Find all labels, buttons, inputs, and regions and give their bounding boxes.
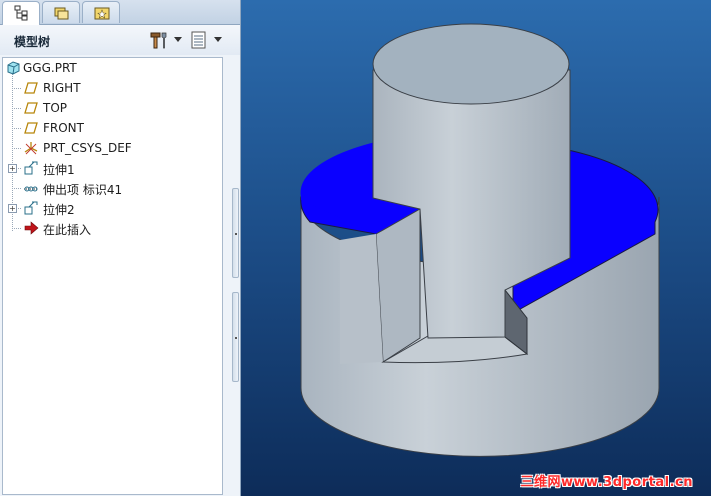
tree-item-label: 伸出项 标识41 <box>43 183 123 197</box>
datum-plane-icon <box>24 102 38 114</box>
grip-dot <box>235 337 237 339</box>
tree-item-top[interactable]: TOP <box>3 98 222 118</box>
model-tree-title: 模型树 <box>14 35 51 49</box>
part-icon <box>7 61 20 75</box>
tree-settings-button[interactable] <box>148 30 184 50</box>
navigator-panel: 模型树 GGG.PRT RIGHT TOP FRONT PRT_CSYS_DEF… <box>0 0 241 496</box>
model-tree: GGG.PRT RIGHT TOP FRONT PRT_CSYS_DEF + 拉… <box>2 57 223 495</box>
model-tree-icon <box>14 5 28 21</box>
tree-item-part[interactable]: GGG.PRT <box>3 58 222 78</box>
datum-plane-icon <box>24 122 38 134</box>
folder-browser-icon <box>54 7 69 20</box>
tree-columns-button[interactable] <box>190 30 224 50</box>
expand-icon[interactable]: + <box>8 204 17 213</box>
splitter-handle[interactable] <box>232 188 239 278</box>
tree-item-front[interactable]: FRONT <box>3 118 222 138</box>
model-3d-view <box>300 23 660 457</box>
tree-item-label: TOP <box>43 101 68 115</box>
grip-dot <box>235 233 237 235</box>
slot-left-face <box>375 208 421 363</box>
tree-item-csys[interactable]: PRT_CSYS_DEF <box>3 138 222 158</box>
tree-item-label: PRT_CSYS_DEF <box>43 141 132 155</box>
datum-plane-icon <box>24 82 38 94</box>
splitter-handle[interactable] <box>232 292 239 382</box>
insert-here-arrow-icon <box>24 221 39 235</box>
navigator-tabs <box>0 0 240 25</box>
tree-item-extrude-1[interactable]: + 拉伸1 <box>3 158 222 178</box>
slot-left-wall <box>340 234 383 364</box>
favorites-icon <box>94 7 110 20</box>
tree-item-protrusion[interactable]: 伸出项 标识41 <box>3 178 222 198</box>
upper-cylinder-top <box>372 23 570 105</box>
tree-item-label: FRONT <box>43 121 84 135</box>
tree-settings-icon <box>150 32 167 49</box>
graphics-viewport[interactable]: 三维网www.3dportal.cn <box>241 0 711 496</box>
tree-item-label: 在此插入 <box>43 223 92 237</box>
watermark-text: 三维网www.3dportal.cn <box>520 475 693 490</box>
tree-columns-icon <box>191 31 206 49</box>
tree-item-extrude-2[interactable]: + 拉伸2 <box>3 198 222 218</box>
extrude-icon <box>24 161 38 175</box>
tree-item-insert-here[interactable]: 在此插入 <box>3 218 222 238</box>
tab-model-tree[interactable] <box>2 1 40 25</box>
tree-item-label: 拉伸2 <box>43 203 75 217</box>
chevron-down-icon <box>214 37 222 42</box>
expand-icon[interactable]: + <box>8 164 17 173</box>
tab-favorites[interactable] <box>82 1 120 23</box>
tree-item-label: 拉伸1 <box>43 163 75 177</box>
tree-item-right[interactable]: RIGHT <box>3 78 222 98</box>
protrusion-icon <box>24 186 38 192</box>
tree-item-label: RIGHT <box>43 81 81 95</box>
chevron-down-icon <box>174 37 182 42</box>
tab-folder-browser[interactable] <box>42 1 80 23</box>
model-tree-header: 模型树 <box>0 25 240 55</box>
extrude-icon <box>24 201 38 215</box>
tree-item-label: GGG.PRT <box>23 61 77 75</box>
coordinate-system-icon <box>24 142 38 155</box>
